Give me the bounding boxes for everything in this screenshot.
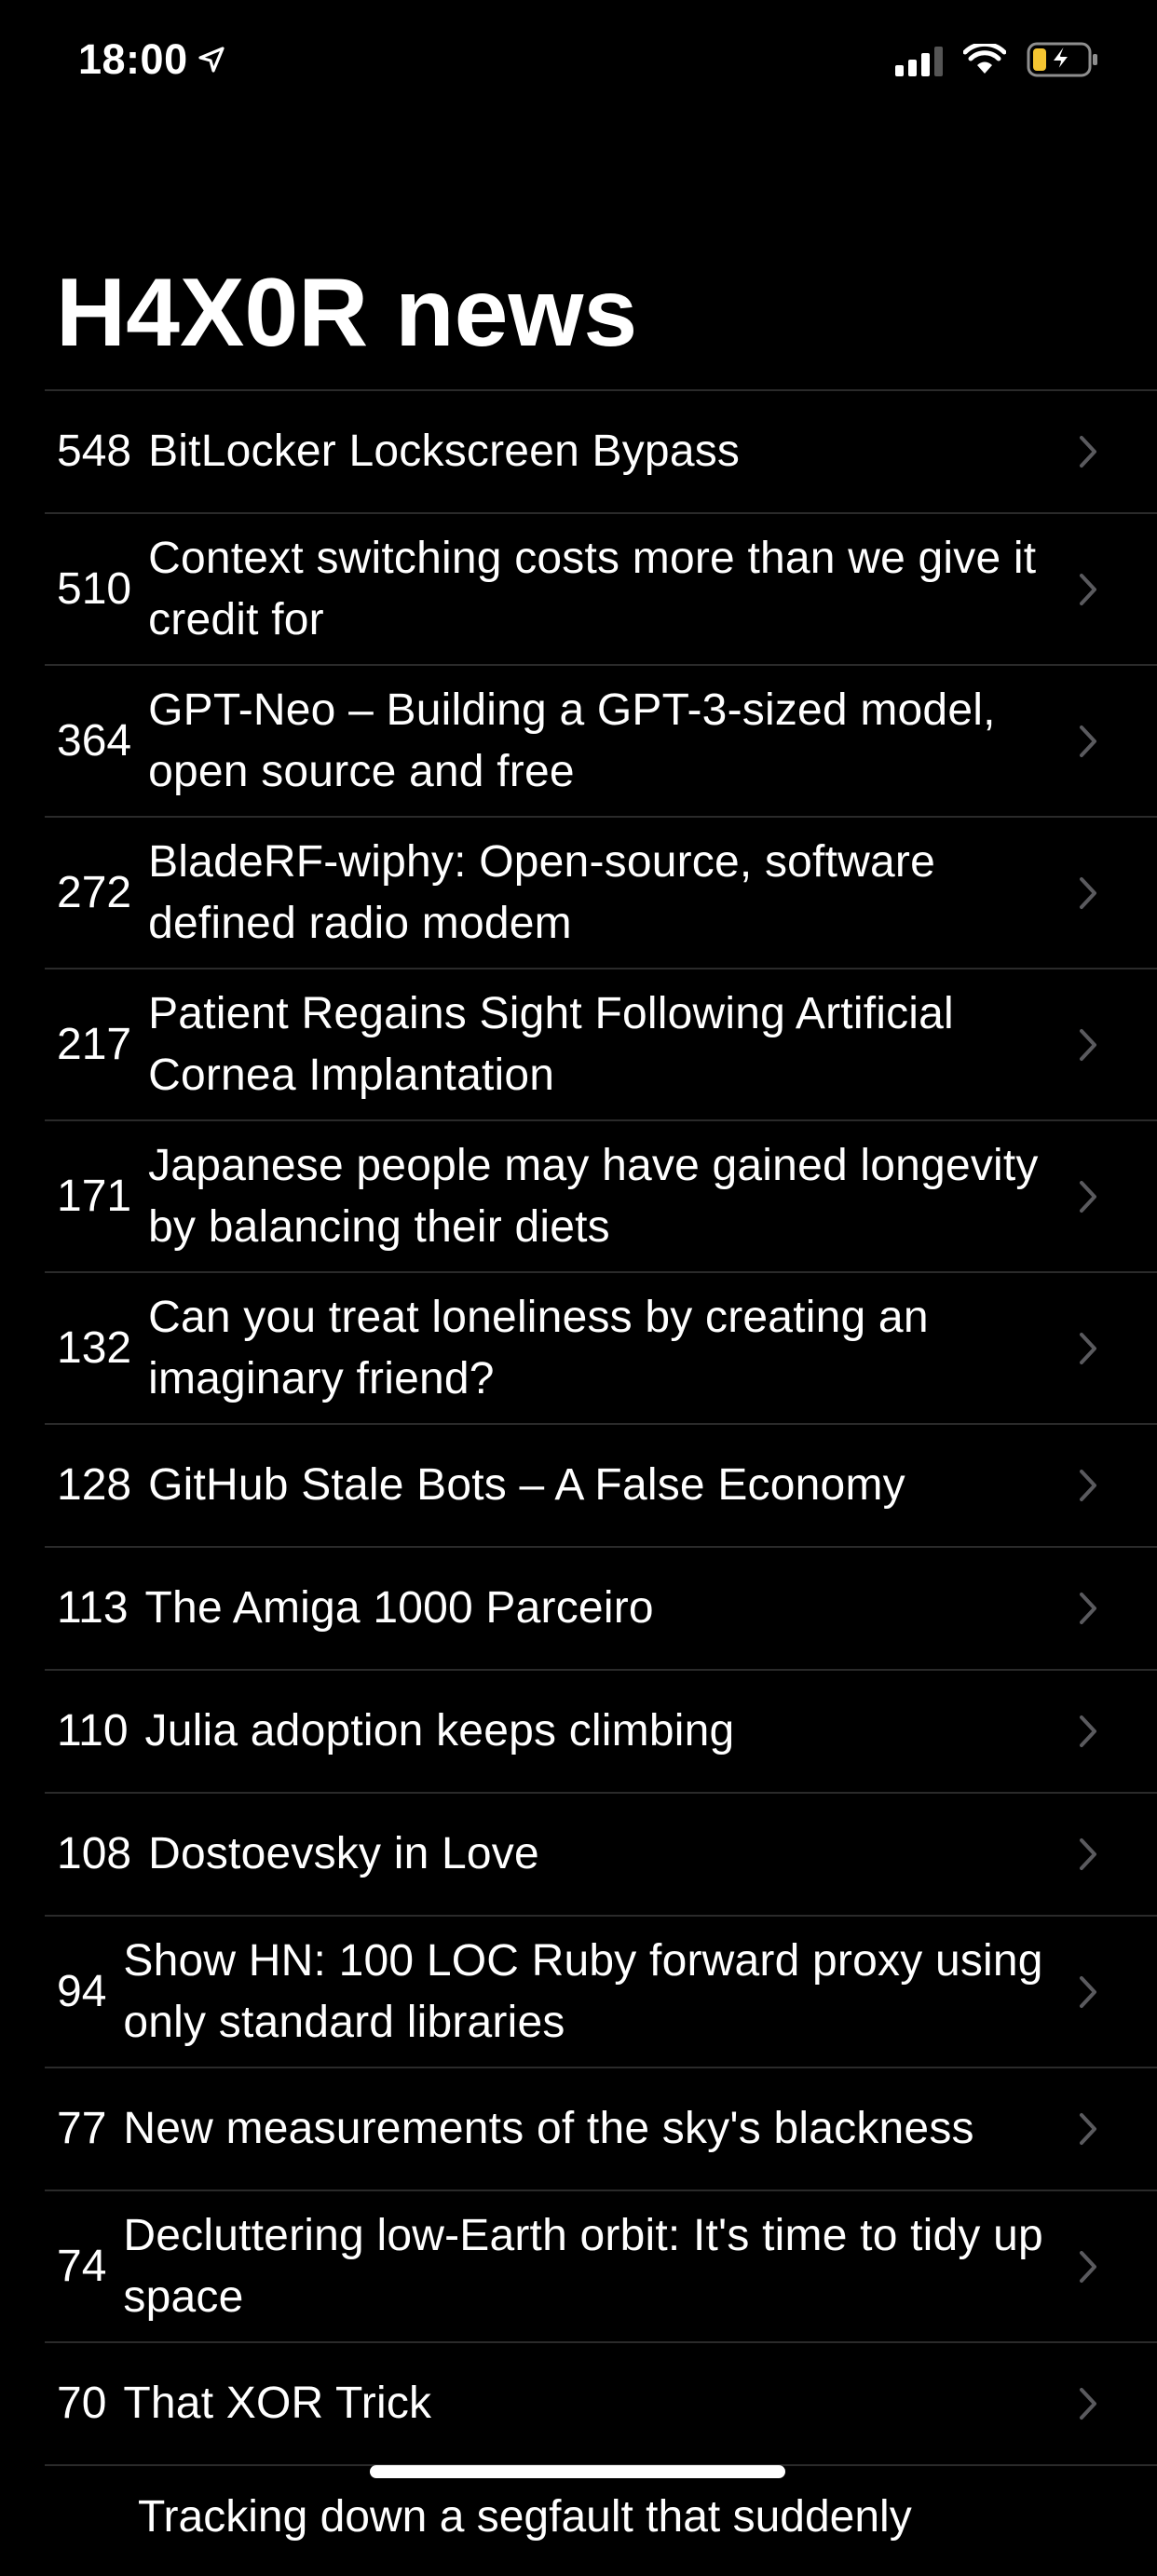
chevron-right-icon (1079, 2387, 1097, 2420)
story-title: The Amiga 1000 Parceiro (144, 1583, 654, 1633)
chevron-right-icon (1079, 1180, 1097, 1213)
story-title: Dostoevsky in Love (148, 1829, 539, 1878)
story-points: 217 (57, 1019, 132, 1069)
story-row[interactable]: 217 Patient Regains Sight Following Arti… (45, 968, 1157, 1119)
story-title: Can you treat loneliness by creating an … (148, 1292, 929, 1403)
story-points: 74 (57, 2241, 107, 2291)
status-time-text: 18:00 (78, 35, 188, 83)
story-row[interactable]: 548 BitLocker Lockscreen Bypass (45, 389, 1157, 512)
story-points: 108 (57, 1829, 132, 1878)
story-row[interactable]: 108 Dostoevsky in Love (45, 1792, 1157, 1915)
chevron-right-icon (1079, 435, 1097, 468)
battery-charging-icon (1027, 42, 1099, 82)
chevron-right-icon (1079, 2250, 1097, 2284)
story-points: 70 (57, 2379, 107, 2428)
chevron-right-icon (1079, 1028, 1097, 1062)
story-title: GitHub Stale Bots – A False Economy (148, 1460, 905, 1510)
story-title: Tracking down a segfault that suddenly (138, 2492, 912, 2542)
story-points: 171 (57, 1171, 132, 1221)
story-row[interactable]: 110 Julia adoption keeps climbing (45, 1669, 1157, 1792)
story-title: Patient Regains Sight Following Artifici… (148, 988, 954, 1100)
story-points: 94 (57, 1966, 107, 2016)
story-row-partial[interactable]: Tracking down a segfault that suddenly (45, 2464, 1157, 2576)
story-title: That XOR Trick (123, 2379, 432, 2428)
page-title: H4X0R news (56, 259, 638, 367)
status-time: 18:00 (78, 35, 225, 84)
story-title: GPT-Neo – Building a GPT-3-sized model, … (148, 685, 996, 796)
story-points: 132 (57, 1322, 132, 1373)
location-arrow-icon (197, 46, 225, 74)
cellular-signal-icon (895, 47, 943, 76)
story-points: 128 (57, 1460, 132, 1510)
chevron-right-icon (1079, 2112, 1097, 2146)
story-row[interactable]: 132 Can you treat loneliness by creating… (45, 1271, 1157, 1423)
story-title: BladeRF-wiphy: Open-source, software def… (148, 836, 935, 948)
story-points: 272 (57, 867, 132, 917)
story-list[interactable]: 548 BitLocker Lockscreen Bypass 510 Cont… (45, 389, 1157, 2576)
status-bar: 18:00 (0, 0, 1157, 123)
story-row[interactable]: 74 Decluttering low-Earth orbit: It's ti… (45, 2190, 1157, 2341)
chevron-right-icon (1079, 573, 1097, 606)
status-indicators (895, 41, 1099, 82)
story-row[interactable]: 70 That XOR Trick (45, 2341, 1157, 2464)
chevron-right-icon (1079, 1592, 1097, 1625)
story-row[interactable]: 128 GitHub Stale Bots – A False Economy (45, 1423, 1157, 1546)
story-row[interactable]: 77 New measurements of the sky's blackne… (45, 2067, 1157, 2190)
chevron-right-icon (1079, 876, 1097, 910)
story-title: Show HN: 100 LOC Ruby forward proxy usin… (123, 1935, 1043, 2047)
chevron-right-icon (1079, 1715, 1097, 1748)
story-title: Decluttering low-Earth orbit: It's time … (123, 2210, 1043, 2322)
story-row[interactable]: 113 The Amiga 1000 Parceiro (45, 1546, 1157, 1669)
story-points: 510 (57, 563, 132, 614)
wifi-icon (962, 41, 1007, 80)
story-points: 364 (57, 715, 132, 766)
chevron-right-icon (1079, 1975, 1097, 2009)
story-row[interactable]: 272 BladeRF-wiphy: Open-source, software… (45, 816, 1157, 968)
story-title: New measurements of the sky's blackness (123, 2104, 974, 2153)
story-title: Julia adoption keeps climbing (144, 1706, 735, 1756)
chevron-right-icon (1079, 1469, 1097, 1502)
story-title: BitLocker Lockscreen Bypass (148, 427, 741, 476)
chevron-right-icon (1079, 1332, 1097, 1365)
story-points: 110 (57, 1706, 129, 1756)
chevron-right-icon (1079, 1837, 1097, 1871)
story-points: 77 (57, 2104, 107, 2153)
story-row[interactable]: 364 GPT-Neo – Building a GPT-3-sized mod… (45, 664, 1157, 816)
story-title: Japanese people may have gained longevit… (148, 1140, 1039, 1252)
story-title: Context switching costs more than we giv… (148, 533, 1037, 644)
story-row[interactable]: 171 Japanese people may have gained long… (45, 1119, 1157, 1271)
chevron-right-icon (1079, 725, 1097, 758)
story-row[interactable]: 510 Context switching costs more than we… (45, 512, 1157, 664)
story-points: 548 (57, 427, 132, 476)
story-row[interactable]: 94 Show HN: 100 LOC Ruby forward proxy u… (45, 1915, 1157, 2067)
story-points: 113 (57, 1583, 129, 1633)
home-indicator[interactable] (370, 2465, 785, 2478)
